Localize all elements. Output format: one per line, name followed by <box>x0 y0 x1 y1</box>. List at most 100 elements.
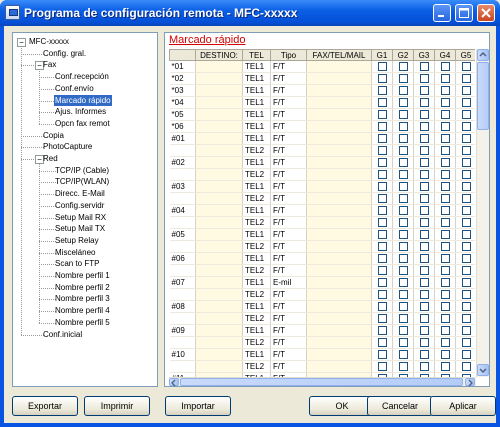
group-checkbox[interactable] <box>377 278 387 288</box>
group-checkbox[interactable] <box>461 266 471 276</box>
tree-item[interactable]: Fax <box>42 59 57 70</box>
table-row[interactable]: #05 TEL1 F/T <box>169 228 475 241</box>
group-checkbox[interactable] <box>461 206 471 216</box>
type-cell[interactable]: F/T <box>270 288 307 301</box>
group-checkbox[interactable] <box>440 314 450 324</box>
table-row[interactable]: TEL2 F/T <box>169 240 475 253</box>
tree-item[interactable]: Copia <box>42 130 65 141</box>
group-checkbox[interactable] <box>398 206 408 216</box>
group-checkbox[interactable] <box>440 254 450 264</box>
column-header[interactable]: G3 <box>413 49 435 61</box>
type-cell[interactable]: F/T <box>270 312 307 325</box>
table-row[interactable]: #07 TEL1 E-mil <box>169 276 475 289</box>
type-cell[interactable]: F/T <box>270 96 307 109</box>
fax-tel-mail-cell[interactable] <box>306 108 372 121</box>
title-bar[interactable]: Programa de configuración remota - MFC-x… <box>0 0 500 26</box>
group-checkbox[interactable] <box>440 302 450 312</box>
tel-cell[interactable]: TEL1 <box>242 96 271 109</box>
group-checkbox[interactable] <box>419 74 429 84</box>
type-cell[interactable]: E-mil <box>270 276 307 289</box>
group-checkbox[interactable] <box>398 302 408 312</box>
tree-item[interactable]: Nombre perfil 1 <box>54 270 111 281</box>
group-checkbox[interactable] <box>440 98 450 108</box>
type-cell[interactable]: F/T <box>270 348 307 361</box>
column-header[interactable]: Tipo <box>270 49 307 61</box>
group-checkbox[interactable] <box>440 74 450 84</box>
group-checkbox[interactable] <box>419 362 429 372</box>
destination-cell[interactable] <box>195 348 243 361</box>
destination-cell[interactable] <box>195 264 243 277</box>
destination-cell[interactable] <box>195 60 243 73</box>
table-row[interactable]: *06 TEL1 F/T <box>169 120 475 133</box>
group-checkbox[interactable] <box>461 134 471 144</box>
group-checkbox[interactable] <box>398 74 408 84</box>
group-checkbox[interactable] <box>398 326 408 336</box>
print-button[interactable]: Imprimir <box>84 396 150 416</box>
tree-item[interactable]: Marcado rápido <box>54 94 112 106</box>
table-row[interactable]: #06 TEL1 F/T <box>169 252 475 265</box>
group-checkbox[interactable] <box>398 362 408 372</box>
type-cell[interactable]: F/T <box>270 360 307 373</box>
group-checkbox[interactable] <box>440 278 450 288</box>
group-checkbox[interactable] <box>440 350 450 360</box>
type-cell[interactable]: F/T <box>270 216 307 229</box>
tree-item[interactable]: MFC-xxxxx <box>28 36 70 47</box>
vertical-scroll-thumb[interactable] <box>477 62 489 130</box>
group-checkbox[interactable] <box>461 326 471 336</box>
table-row[interactable]: #09 TEL1 F/T <box>169 324 475 337</box>
tel-cell[interactable]: TEL1 <box>242 204 271 217</box>
group-checkbox[interactable] <box>440 230 450 240</box>
type-cell[interactable]: F/T <box>270 84 307 97</box>
type-cell[interactable]: F/T <box>270 252 307 265</box>
group-checkbox[interactable] <box>461 314 471 324</box>
group-checkbox[interactable] <box>398 86 408 96</box>
type-cell[interactable]: F/T <box>270 228 307 241</box>
column-header[interactable]: G1 <box>371 49 393 61</box>
fax-tel-mail-cell[interactable] <box>306 216 372 229</box>
tree-item[interactable]: Direcc. E-Mail <box>54 188 106 199</box>
tel-cell[interactable]: TEL1 <box>242 348 271 361</box>
type-cell[interactable]: F/T <box>270 192 307 205</box>
group-checkbox[interactable] <box>377 326 387 336</box>
scroll-right-button[interactable] <box>465 378 475 387</box>
fax-tel-mail-cell[interactable] <box>306 156 372 169</box>
type-cell[interactable]: F/T <box>270 336 307 349</box>
group-checkbox[interactable] <box>440 182 450 192</box>
group-checkbox[interactable] <box>440 134 450 144</box>
tree-item[interactable]: Opcn fax remot <box>54 118 111 129</box>
group-checkbox[interactable] <box>377 182 387 192</box>
group-checkbox[interactable] <box>398 122 408 132</box>
destination-cell[interactable] <box>195 204 243 217</box>
destination-cell[interactable] <box>195 144 243 157</box>
tel-cell[interactable]: TEL1 <box>242 252 271 265</box>
group-checkbox[interactable] <box>377 350 387 360</box>
tree-item[interactable]: Misceláneo <box>54 247 96 258</box>
table-row[interactable]: *03 TEL1 F/T <box>169 84 475 97</box>
fax-tel-mail-cell[interactable] <box>306 228 372 241</box>
group-checkbox[interactable] <box>461 110 471 120</box>
group-checkbox[interactable] <box>377 74 387 84</box>
type-cell[interactable]: F/T <box>270 120 307 133</box>
table-row[interactable]: TEL2 F/T <box>169 216 475 229</box>
fax-tel-mail-cell[interactable] <box>306 120 372 133</box>
destination-cell[interactable] <box>195 96 243 109</box>
group-checkbox[interactable] <box>377 314 387 324</box>
group-checkbox[interactable] <box>377 110 387 120</box>
destination-cell[interactable] <box>195 276 243 289</box>
group-checkbox[interactable] <box>398 218 408 228</box>
tree-collapse-icon[interactable]: − <box>17 38 26 47</box>
tree-item[interactable]: Config.servidr <box>54 200 105 211</box>
tel-cell[interactable]: TEL1 <box>242 132 271 145</box>
group-checkbox[interactable] <box>377 362 387 372</box>
destination-cell[interactable] <box>195 360 243 373</box>
group-checkbox[interactable] <box>461 170 471 180</box>
tree-item[interactable]: PhotoCapture <box>42 141 93 152</box>
table-row[interactable]: TEL2 F/T <box>169 144 475 157</box>
tree-item[interactable]: Red <box>42 153 59 164</box>
group-checkbox[interactable] <box>377 254 387 264</box>
type-cell[interactable]: F/T <box>270 156 307 169</box>
destination-cell[interactable] <box>195 228 243 241</box>
destination-cell[interactable] <box>195 216 243 229</box>
group-checkbox[interactable] <box>398 110 408 120</box>
group-checkbox[interactable] <box>377 218 387 228</box>
